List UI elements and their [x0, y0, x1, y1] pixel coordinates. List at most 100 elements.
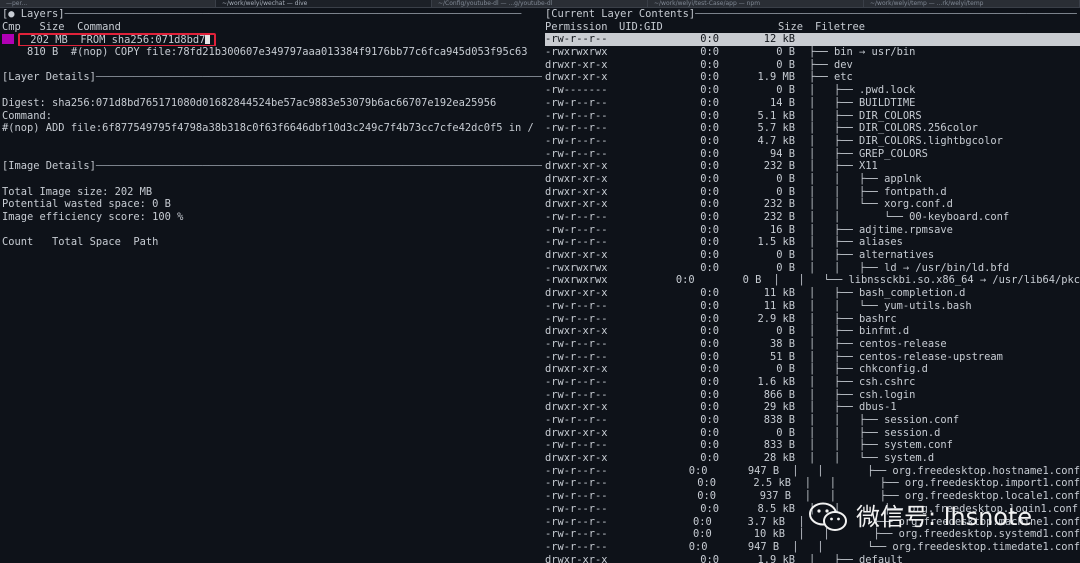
file-row[interactable]: -rwxrwxrwx 0:0 0 B │ │ └── libnssckbi.so.x8… [545, 274, 1080, 287]
file-uid-gid: 0:0 [700, 172, 719, 185]
file-tree-entry: │ ├── default [809, 553, 903, 563]
file-permission: -rw-r--r-- [545, 414, 608, 426]
file-tree-entry: │ ├── csh.cshrc [809, 375, 916, 388]
file-tree-entry: │ ├── binfmt.d [809, 325, 910, 338]
file-size: 833 B [763, 439, 795, 452]
file-row[interactable]: drwxr-xr-x 0:0 0 B │ ├── alternatives [545, 249, 1080, 262]
file-row[interactable]: drwxr-xr-x 0:0 232 B │ ├── X11 [545, 160, 1080, 173]
file-uid-gid: 0:0 [700, 185, 719, 198]
file-uid-gid: 0:0 [700, 147, 719, 160]
file-permission: -rw-r--r-- [545, 147, 608, 160]
file-uid-gid: 0:0 [700, 553, 719, 563]
file-row[interactable]: drwxr-xr-x 0:0 0 B │ │ ├── applnk [545, 173, 1080, 186]
file-row[interactable]: -rw-r--r-- 0:0 833 B │ │ ├── system.conf [545, 439, 1080, 452]
file-row[interactable]: -rw-r--r-- 0:0 51 B │ ├── centos-release-up… [545, 351, 1080, 364]
file-size: 937 B [759, 490, 791, 503]
file-row[interactable]: -rw-r--r-- 0:0 5.1 kB │ ├── DIR_COLORS [545, 110, 1080, 123]
file-uid-gid: 0:0 [700, 261, 719, 274]
file-size: 0 B [776, 58, 795, 71]
file-tree-entry: │ │ └── xorg.conf.d [809, 198, 953, 211]
file-tree-entry: │ │ ├── system.conf [809, 439, 953, 452]
file-uid-gid: 0:0 [700, 287, 719, 300]
file-size: 0 B [776, 46, 795, 59]
file-row[interactable]: drwxr-xr-x 0:0 1.9 kB │ ├── default [545, 554, 1080, 563]
file-row[interactable]: drwxr-xr-x 0:0 0 B │ │ ├── fontpath.d [545, 186, 1080, 199]
file-uid-gid: 0:0 [700, 363, 719, 376]
file-row[interactable]: -rw-r--r-- 0:0 94 B │ ├── GREP_COLORS [545, 148, 1080, 161]
file-permission: -rw-r--r-- [545, 490, 608, 503]
file-row[interactable]: -rw-r--r-- 0:0 2.5 kB │ │ ├── org.freedeskt… [545, 477, 1080, 490]
file-row[interactable]: -rw-r--r-- 0:0 38 B │ ├── centos-release [545, 338, 1080, 351]
file-row[interactable]: -rw-r--r-- 0:0 14 B │ ├── BUILDTIME [545, 97, 1080, 110]
layer-row[interactable]: 810 B #(nop) COPY file:78fd21b300607e349… [2, 46, 542, 59]
layer-row-selected[interactable]: 202 MB FROM sha256:071d8bd7 [2, 33, 542, 47]
file-row-selected[interactable]: -rw-r--r-- 0:0 12 kB ── anaconda-post.log [545, 33, 1080, 47]
file-row[interactable]: drwxr-xr-x 0:0 0 B │ ├── binfmt.d [545, 325, 1080, 338]
compare-marker-icon [2, 34, 14, 45]
file-permission: drwxr-xr-x [545, 287, 608, 300]
file-row[interactable]: -rw-r--r-- 0:0 5.7 kB │ ├── DIR_COLORS.256c… [545, 122, 1080, 135]
file-row[interactable]: -rw-r--r-- 0:0 947 B │ │ ├── org.freedeskto… [545, 465, 1080, 478]
file-row[interactable]: drwxr-xr-x 0:0 29 kB │ ├── dbus-1 [545, 401, 1080, 414]
file-uid-gid: 0:0 [700, 452, 719, 465]
file-uid-gid: 0:0 [700, 414, 719, 426]
file-permission: -rw-r--r-- [545, 211, 608, 223]
file-tree-entry: │ │ ├── session.d [809, 426, 941, 439]
file-uid-gid: 0:0 [700, 134, 719, 147]
file-row[interactable]: drwxr-xr-x 0:0 1.9 MB ├── etc [545, 71, 1080, 84]
file-row[interactable]: -rw-r--r-- 0:0 1.6 kB │ ├── csh.cshrc [545, 376, 1080, 389]
file-permission: -rw-r--r-- [545, 388, 608, 401]
file-row[interactable]: -rw-r--r-- 0:0 838 B │ │ ├── session.conf [545, 414, 1080, 427]
file-permission: -rw-r--r-- [545, 350, 608, 363]
file-tree-entry: │ ├── adjtime.rpmsave [809, 223, 953, 236]
file-permission: -rw-r--r-- [545, 299, 608, 312]
file-uid-gid: 0:0 [700, 375, 719, 388]
terminal-tab[interactable]: ~/work/welyi/temp — ...rk/welyi/temp [864, 0, 1080, 7]
file-row[interactable]: -rw-r--r-- 0:0 11 kB │ │ └── yum-utils.bash [545, 300, 1080, 313]
file-row[interactable]: -rwxrwxrwx 0:0 0 B │ │ ├── ld → /usr/bin/ld… [545, 262, 1080, 275]
file-row[interactable]: -rw-r--r-- 0:0 947 B │ │ └── org.freedeskto… [545, 541, 1080, 554]
terminal-tab[interactable]: ~/Config/youtube-dl — ...g/youtube-dl [432, 0, 648, 7]
file-row[interactable]: -rw-r--r-- 0:0 2.9 kB │ ├── bashrc [545, 313, 1080, 326]
file-permission: drwxr-xr-x [545, 71, 608, 84]
file-row[interactable]: -rw-r--r-- 0:0 232 B │ │ └── 00-keyboard.co… [545, 211, 1080, 224]
file-row[interactable]: -rw-r--r-- 0:0 1.5 kB │ ├── aliases [545, 236, 1080, 249]
file-tree-entry: │ ├── bashrc [809, 312, 897, 325]
file-size: 1.9 kB [757, 553, 795, 563]
file-row[interactable]: -rw------- 0:0 0 B │ ├── .pwd.lock [545, 84, 1080, 97]
file-permission: -rw-r--r-- [545, 96, 608, 109]
file-row[interactable]: -rw-r--r-- 0:0 16 B │ ├── adjtime.rpmsave [545, 224, 1080, 237]
file-row[interactable]: drwxr-xr-x 0:0 0 B │ ├── chkconfig.d [545, 363, 1080, 376]
file-size: 0 B [776, 363, 795, 376]
file-size: 1.9 MB [757, 71, 795, 84]
file-tree[interactable]: -rw-r--r-- 0:0 12 kB ── anaconda-post.log -r… [545, 33, 1080, 563]
file-uid-gid: 0:0 [700, 401, 719, 414]
terminal-tab[interactable]: ~/work/welyi/test-Case/app — npm [648, 0, 864, 7]
terminal-tab[interactable]: —per... [0, 0, 216, 7]
file-size: 8.5 kB [757, 502, 795, 515]
file-uid-gid: 0:0 [700, 84, 719, 97]
file-tree-entry: ├── etc [809, 71, 853, 84]
wasted-space: Potential wasted space: 0 B [2, 198, 171, 211]
file-row[interactable]: drwxr-xr-x 0:0 11 kB │ ├── bash_completion.… [545, 287, 1080, 300]
file-row[interactable]: drwxr-xr-x 0:0 0 B │ │ ├── session.d [545, 427, 1080, 440]
file-uid-gid: 0:0 [688, 464, 708, 477]
file-permission: drwxr-xr-x [545, 452, 608, 465]
file-size: 11 kB [763, 299, 795, 312]
file-size: 29 kB [763, 401, 795, 414]
file-row[interactable]: drwxr-xr-x 0:0 0 B ├── dev [545, 59, 1080, 72]
file-size: 16 B [769, 223, 795, 236]
file-tree-entry: │ │ ├── ld → /usr/bin/ld.bfd [809, 261, 1010, 274]
file-row[interactable]: -rwxrwxrwx 0:0 0 B ├── bin → usr/bin [545, 46, 1080, 59]
file-row[interactable]: drwxr-xr-x 0:0 232 B │ │ └── xorg.conf.d [545, 198, 1080, 211]
file-size: 866 B [763, 388, 795, 401]
file-tree-entry: │ │ └── system.d [809, 452, 935, 465]
terminal-tab-active[interactable]: ~/work/welyi/wechat — dive [216, 0, 432, 7]
file-row[interactable]: -rw-r--r-- 0:0 866 B │ ├── csh.login [545, 389, 1080, 402]
file-uid-gid: 0:0 [693, 528, 712, 541]
file-row[interactable]: -rw-r--r-- 0:0 4.7 kB │ ├── DIR_COLORS.ligh… [545, 135, 1080, 148]
file-row[interactable]: drwxr-xr-x 0:0 28 kB │ │ └── system.d [545, 452, 1080, 465]
file-tree-entry: ── anaconda-post.log [809, 33, 935, 46]
layers-panel-header: [● Layers]──────────────────────────────… [2, 8, 522, 20]
file-size: 1.6 kB [757, 375, 795, 388]
